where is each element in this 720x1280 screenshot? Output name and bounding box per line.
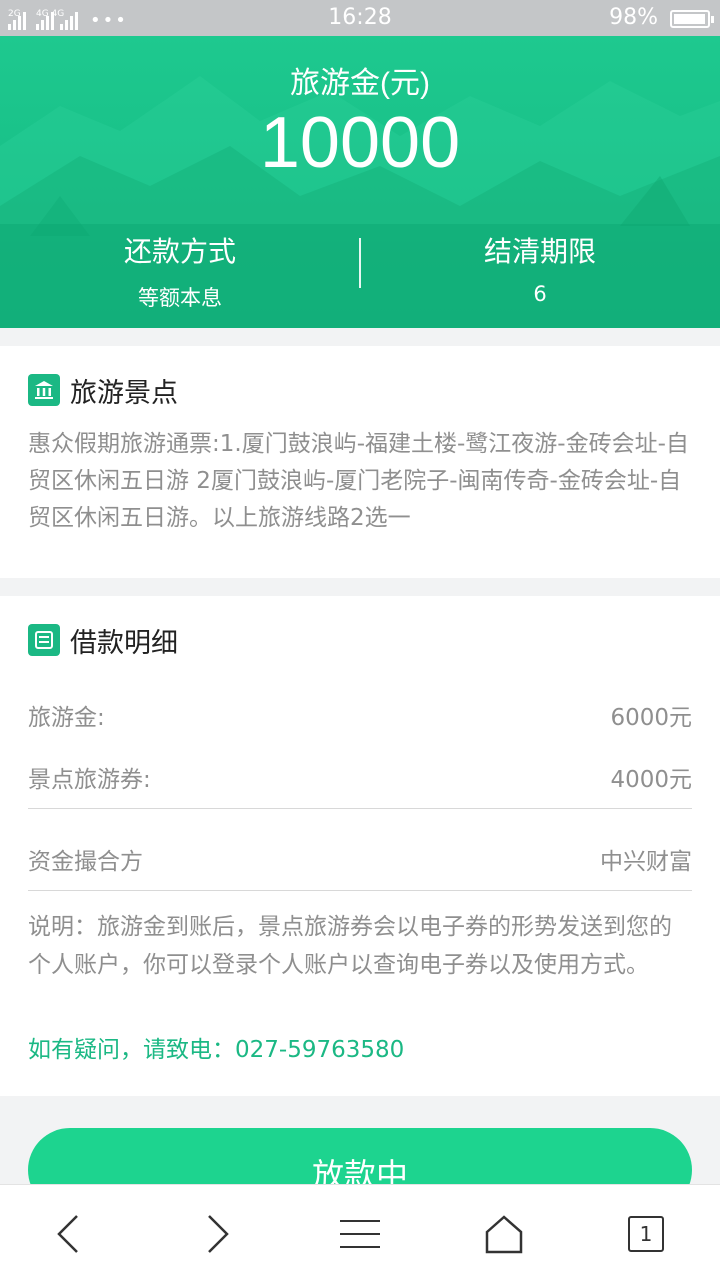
museum-icon: [28, 374, 60, 406]
forward-icon[interactable]: [186, 1209, 246, 1259]
settlement-term-title: 结清期限: [483, 235, 596, 268]
detail-label: 景点旅游券:: [28, 767, 151, 793]
battery-icon: [670, 10, 714, 28]
back-icon[interactable]: [40, 1209, 100, 1259]
tab-count: 1: [628, 1216, 664, 1252]
detail-value: 6000元: [610, 705, 692, 731]
settlement-term-value: 6: [533, 282, 547, 306]
detail-value: 4000元: [610, 767, 692, 793]
hotline-link[interactable]: 如有疑问，请致电：027-59763580: [28, 1030, 404, 1064]
loan-details-header: 借款明细: [0, 620, 178, 660]
scenic-spots-description: 惠众假期旅游通票:1.厦门鼓浪屿-福建土楼-鹭江夜游-金砖会址-自贸区休闲五日游…: [28, 431, 689, 531]
document-icon: [28, 624, 60, 656]
browser-bottom-nav: 1: [0, 1184, 720, 1280]
menu-icon[interactable]: [330, 1209, 390, 1259]
detail-label: 资金撮合方: [28, 849, 143, 875]
scenic-spots-header: 旅游景点: [0, 370, 178, 410]
travel-fund-label: 旅游金(元): [290, 67, 430, 100]
loan-details-title: 借款明细: [70, 627, 178, 659]
tabs-button[interactable]: 1: [616, 1209, 676, 1259]
divider: [28, 808, 692, 809]
detail-value: 中兴财富: [600, 849, 692, 875]
loan-summary-banner: 旅游金(元) 10000 还款方式 等额本息 结清期限 6: [0, 36, 720, 328]
detail-row-voucher: 景点旅游券: 4000元: [28, 760, 692, 794]
status-bar: 2G 4G 4G ••• 16:28 98%: [0, 0, 720, 36]
repayment-method-value: 等额本息: [138, 286, 222, 310]
explanation-note: 说明：旅游金到账后，景点旅游券会以电子券的形势发送到您的个人账户，你可以登录个人…: [28, 914, 672, 978]
detail-label: 旅游金:: [28, 705, 105, 731]
detail-row-funding-party: 资金撮合方 中兴财富: [28, 842, 692, 876]
home-icon[interactable]: [474, 1209, 534, 1259]
detail-row-travel-fund: 旅游金: 6000元: [28, 698, 692, 732]
scenic-spots-title: 旅游景点: [70, 377, 178, 409]
battery-percent: 98%: [609, 5, 658, 30]
repayment-method-title: 还款方式: [123, 235, 236, 268]
repayment-method: 还款方式 等额本息: [0, 226, 360, 312]
travel-fund-amount: 10000: [259, 103, 461, 183]
settlement-term: 结清期限 6: [360, 226, 720, 306]
scenic-spots-card: 旅游景点 惠众假期旅游通票:1.厦门鼓浪屿-福建土楼-鹭江夜游-金砖会址-自贸区…: [0, 346, 720, 578]
divider: [28, 890, 692, 891]
loan-details-card: 借款明细 旅游金: 6000元 景点旅游券: 4000元 资金撮合方 中兴财富 …: [0, 596, 720, 1096]
